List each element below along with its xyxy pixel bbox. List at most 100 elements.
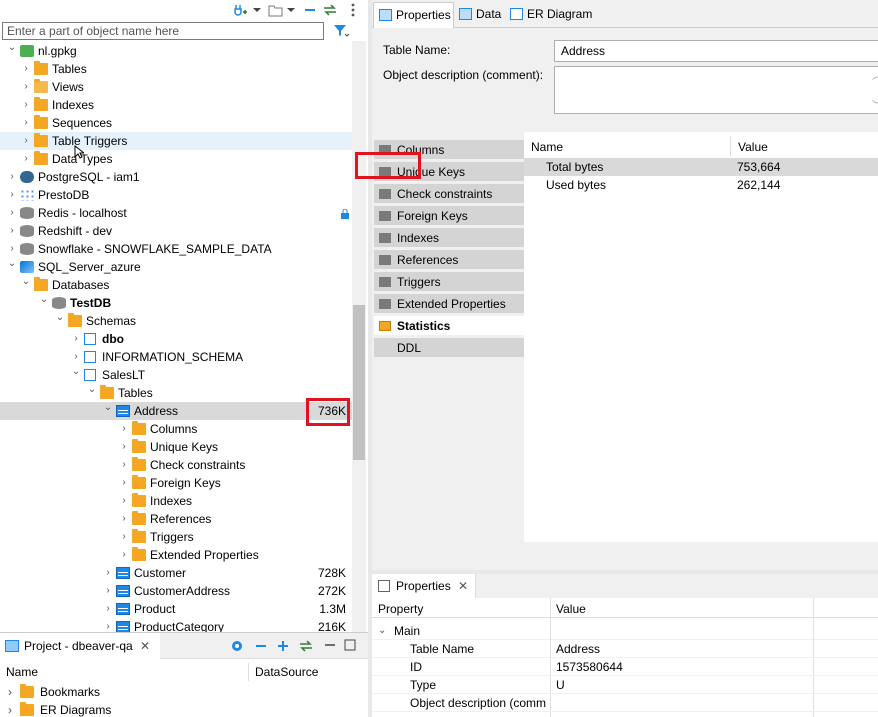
tab-data[interactable]: Data <box>454 2 504 28</box>
tree-node[interactable]: › Indexes <box>0 492 352 510</box>
side-tab-references[interactable]: References <box>374 250 524 270</box>
stats-col-name[interactable]: Name <box>531 138 563 156</box>
property-row[interactable]: ID 1573580644 <box>372 658 878 676</box>
tree-node[interactable]: › Views <box>0 78 352 96</box>
tree-node[interactable]: ⌄ Databases <box>0 276 352 294</box>
chevron-right-icon[interactable]: › <box>118 438 130 456</box>
view-menu-icon[interactable] <box>348 2 358 18</box>
tree-node[interactable]: › Customer 728K <box>0 564 352 582</box>
tree-node[interactable]: ⌄ Schemas <box>0 312 352 330</box>
side-tab-extended-properties[interactable]: Extended Properties <box>374 294 524 314</box>
chevron-right-icon[interactable]: › <box>102 600 114 618</box>
close-icon[interactable]: ✕ <box>458 574 468 598</box>
collapse-all-icon[interactable] <box>302 2 318 18</box>
object-filter-input[interactable] <box>2 22 324 40</box>
tab-er-diagram[interactable]: ER Diagram <box>505 2 596 28</box>
collapse-all-icon[interactable] <box>254 639 268 656</box>
tree-node[interactable]: › Product 1.3M <box>0 600 352 618</box>
side-tab-ddl[interactable]: DDL <box>374 338 524 358</box>
chevron-right-icon[interactable]: › <box>118 546 130 564</box>
side-tab-foreign-keys[interactable]: Foreign Keys <box>374 206 524 226</box>
property-row[interactable]: Object description (comm <box>372 694 878 712</box>
new-folder-icon[interactable] <box>268 2 284 18</box>
tab-properties[interactable]: Properties <box>373 2 454 28</box>
link-with-editor-icon[interactable] <box>322 2 338 18</box>
chevron-down-icon[interactable]: ⌄ <box>6 41 18 57</box>
side-tab-statistics[interactable]: Statistics <box>374 316 524 336</box>
project-col-datasource[interactable]: DataSource <box>255 663 318 681</box>
object-description-field[interactable]: ︿ ﹀ <box>554 66 878 114</box>
tree-node[interactable]: ⌄ SalesLT <box>0 366 352 384</box>
maximize-icon[interactable] <box>344 639 356 654</box>
add-icon[interactable] <box>276 639 290 656</box>
tree-node[interactable]: ⌄ Address 736K <box>0 402 352 420</box>
tree-node[interactable]: › dbo <box>0 330 352 348</box>
chevron-right-icon[interactable]: › <box>6 168 18 186</box>
tree-node[interactable]: › References <box>0 510 352 528</box>
stats-row[interactable]: Total bytes 753,664 <box>524 158 878 176</box>
side-tab-indexes[interactable]: Indexes <box>374 228 524 248</box>
tab-properties-view[interactable]: Properties ✕ <box>372 574 476 598</box>
tree-node[interactable]: › PostgreSQL - iam1 <box>0 168 352 186</box>
tree-node[interactable]: › CustomerAddress 272K <box>0 582 352 600</box>
chevron-right-icon[interactable]: › <box>6 186 18 204</box>
tree-node[interactable]: › Indexes <box>0 96 352 114</box>
chevron-right-icon[interactable]: › <box>118 492 130 510</box>
tree-node[interactable]: › Redshift - dev <box>0 222 352 240</box>
filter-icon[interactable] <box>332 22 350 40</box>
chevron-down-icon[interactable]: ⌄ <box>86 381 98 399</box>
chevron-right-icon[interactable]: › <box>102 564 114 582</box>
tree-node[interactable]: › ProductCategory 216K <box>0 618 352 632</box>
chevron-down-icon[interactable]: ⌄ <box>378 622 386 640</box>
tree-node[interactable]: › INFORMATION_SCHEMA <box>0 348 352 366</box>
tree-node[interactable]: › Extended Properties <box>0 546 352 564</box>
chevron-right-icon[interactable]: › <box>70 330 82 348</box>
table-name-field[interactable]: Address <box>554 40 878 62</box>
new-connection-icon[interactable] <box>232 2 248 18</box>
side-tab-triggers[interactable]: Triggers <box>374 272 524 292</box>
tree-node[interactable]: › Data Types <box>0 150 352 168</box>
tree-node[interactable]: ⌄ SQL_Server_azure <box>0 258 352 276</box>
tree-node[interactable]: › Foreign Keys <box>0 474 352 492</box>
tree-node[interactable]: › Columns <box>0 420 352 438</box>
chevron-right-icon[interactable]: › <box>118 528 130 546</box>
link-with-editor-icon[interactable] <box>298 639 314 656</box>
stats-row[interactable]: Used bytes 262,144 <box>524 176 878 194</box>
chevron-down-icon[interactable]: ⌄ <box>54 309 66 327</box>
tree-node[interactable]: › Unique Keys <box>0 438 352 456</box>
navigator-scrollbar-thumb[interactable] <box>353 305 365 460</box>
chevron-down-icon[interactable]: ⌄ <box>6 255 18 273</box>
chevron-down-icon[interactable]: ⌄ <box>20 273 32 291</box>
chevron-right-icon[interactable]: › <box>102 618 114 632</box>
chevron-down-icon[interactable]: ⌄ <box>102 399 114 417</box>
chevron-right-icon[interactable]: › <box>20 96 32 114</box>
close-icon[interactable]: ✕ <box>140 633 150 659</box>
project-col-name[interactable]: Name <box>6 663 38 681</box>
chevron-right-icon[interactable]: › <box>20 150 32 168</box>
chevron-down-icon[interactable]: ⌄ <box>38 291 50 309</box>
side-tab-check-constraints[interactable]: Check constraints <box>374 184 524 204</box>
chevron-right-icon[interactable]: › <box>6 222 18 240</box>
project-item[interactable]: › ER Diagrams <box>0 701 368 717</box>
chevron-right-icon[interactable]: › <box>20 132 32 150</box>
tree-node[interactable]: ⌄ TestDB <box>0 294 352 312</box>
minimize-icon[interactable] <box>324 639 336 654</box>
tree-node[interactable]: › Snowflake - SNOWFLAKE_SAMPLE_DATA <box>0 240 352 258</box>
gear-icon[interactable] <box>230 639 244 656</box>
tree-node[interactable]: › Sequences <box>0 114 352 132</box>
property-row[interactable]: Type U <box>372 676 878 694</box>
chevron-down-icon[interactable] <box>286 2 296 18</box>
tree-node[interactable]: ⌄ nl.gpkg <box>0 42 352 60</box>
chevron-right-icon[interactable]: › <box>118 420 130 438</box>
chevron-down-icon[interactable] <box>252 2 262 18</box>
tab-project[interactable]: Project - dbeaver-qa ✕ <box>0 633 160 659</box>
props-col-value[interactable]: Value <box>556 600 586 618</box>
chevron-right-icon[interactable]: › <box>118 510 130 528</box>
tree-node[interactable]: › Check constraints <box>0 456 352 474</box>
properties-group-row[interactable]: ⌄ Main <box>372 622 878 640</box>
chevron-right-icon[interactable]: › <box>6 204 18 222</box>
chevron-down-icon[interactable]: ﹀ <box>872 98 878 111</box>
chevron-right-icon[interactable]: › <box>102 582 114 600</box>
chevron-up-icon[interactable]: ︿ <box>872 69 878 82</box>
chevron-right-icon[interactable]: › <box>20 60 32 78</box>
